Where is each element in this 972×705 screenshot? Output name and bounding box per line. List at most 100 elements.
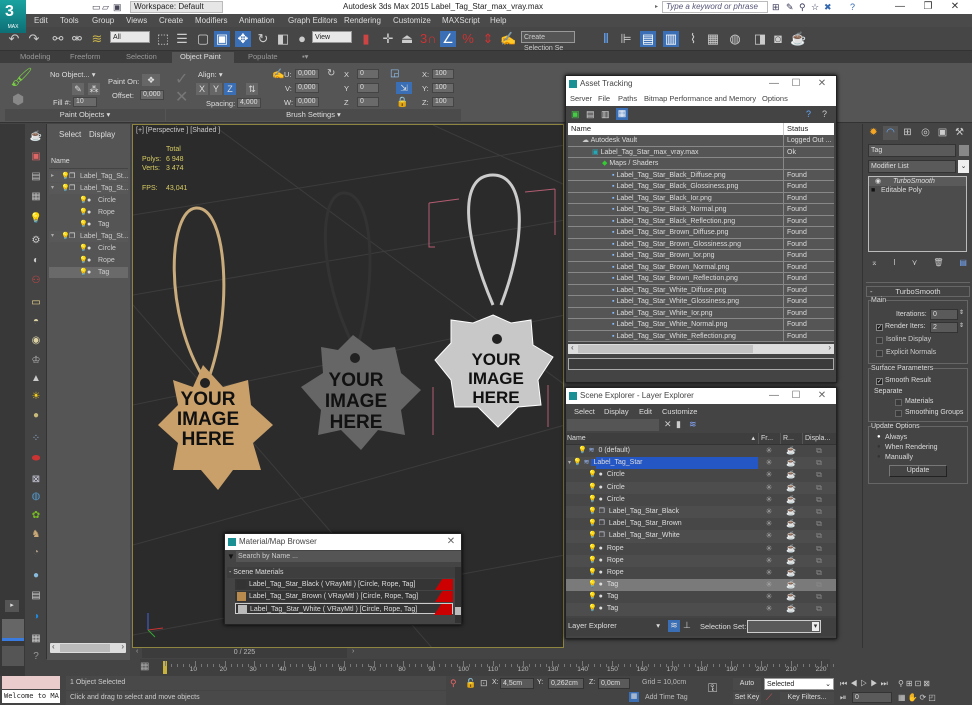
le-clear-icon[interactable]: ✕ — [664, 419, 672, 430]
configure-sets-icon[interactable]: ▤ — [959, 258, 967, 267]
expanded-arrow-icon[interactable]: ▾ — [51, 183, 54, 194]
light-bulb-icon[interactable]: 💡 — [29, 212, 43, 226]
menu-modifiers[interactable]: Modifiers — [195, 16, 227, 25]
le-maximize-button[interactable]: ☐ — [788, 388, 804, 404]
freeze-toggle-icon[interactable]: ✳ — [758, 494, 780, 506]
layer-row[interactable]: 💡 ● Tag ✳ ☕ ⧉ — [566, 579, 836, 592]
layer-row[interactable]: 💡 ● Rope ✳ ☕ ⧉ — [566, 542, 836, 555]
display-box-icon[interactable]: ⧉ — [802, 457, 836, 469]
at-help2-icon[interactable]: ? — [822, 109, 827, 119]
chevron-down-icon[interactable]: ⌄ — [958, 160, 969, 173]
le-menu-customize[interactable]: Customize — [662, 407, 697, 416]
light-bulb-icon[interactable]: 💡 — [588, 471, 597, 478]
menu-maxscript[interactable]: MAXScript — [442, 16, 480, 25]
pivot-center-icon[interactable]: ▮ — [358, 31, 374, 47]
at-menu-options[interactable]: Options — [762, 94, 788, 103]
at-scroll-right-icon[interactable]: › — [828, 343, 831, 352]
disc-icon[interactable]: ● — [29, 409, 43, 423]
asset-row[interactable]: ▪ Label_Tag_Star_Brown_Glossiness.png Fou… — [568, 238, 834, 250]
object-settings-icon[interactable]: ⁂ — [88, 83, 100, 95]
layer-row[interactable]: 💡 ● Circle ✳ ☕ ⧉ — [566, 469, 836, 482]
tab-modeling[interactable]: Modeling — [12, 52, 58, 63]
render-setup-small-icon[interactable]: ▤ — [29, 589, 43, 603]
grid-view-icon[interactable]: ▦ — [616, 108, 628, 120]
menu-edit[interactable]: Edit — [34, 16, 48, 25]
display-box-icon[interactable]: ⧉ — [802, 543, 836, 555]
le-menu-select[interactable]: Select — [574, 407, 595, 416]
horse-icon[interactable]: ♞ — [29, 528, 43, 542]
render-frame-small-icon[interactable]: ▦ — [29, 632, 43, 646]
lock-scale-icon[interactable]: 🔒 — [396, 97, 408, 108]
at-minimize-button[interactable]: — — [766, 76, 782, 92]
layer-row[interactable]: 💡 ● Rope ✳ ☕ ⧉ — [566, 566, 836, 580]
freeze-toggle-icon[interactable]: ✳ — [758, 591, 780, 603]
mirror-icon[interactable]: ⫴ — [598, 31, 614, 47]
sort-by-layer-icon[interactable]: ≋ — [668, 619, 680, 632]
light-bulb-icon[interactable]: 💡 — [588, 569, 597, 576]
isolate-selection-icon[interactable]: ⚲ — [450, 678, 457, 689]
scale-mode-dropdown[interactable]: ⇲ — [396, 82, 412, 94]
display-box-icon[interactable]: ⧉ — [802, 445, 836, 457]
when-rendering-radio[interactable]: ● — [877, 444, 881, 450]
time-slider[interactable]: ‹ 0 / 225 › — [132, 648, 564, 659]
auto-key-button[interactable]: Auto Key — [733, 678, 761, 699]
u-spinner[interactable]: 0,000 — [295, 69, 319, 79]
asset-row[interactable]: ▪ Label_Tag_Star_Black_Ior.png Found — [568, 192, 834, 204]
le-menu-edit[interactable]: Edit — [639, 407, 652, 416]
layer-row[interactable]: 💡 ● Tag ✳ ☕ ⧉ — [566, 591, 836, 604]
layer-row[interactable]: 💡 ❐ Label_Tag_Star_Brown ✳ ☕ ⧉ — [566, 518, 836, 531]
collapsed-arrow-icon[interactable]: ▸ — [51, 171, 54, 182]
stack-item-turbosmooth[interactable]: ◉ TurboSmooth — [869, 177, 966, 186]
plant-icon[interactable]: ✿ — [29, 509, 43, 523]
layer-row[interactable]: 💡 ❐ Label_Tag_Star_White ✳ ☕ ⧉ — [566, 530, 836, 543]
se-tree-row[interactable]: 💡 ● Circle — [49, 195, 128, 206]
renderable-teapot-icon[interactable]: ☕ — [780, 555, 802, 567]
freeze-toggle-icon[interactable]: ✳ — [758, 579, 780, 591]
menu-tools[interactable]: Tools — [60, 16, 79, 25]
percent-snap-icon[interactable]: % — [460, 31, 476, 47]
material-item[interactable]: Label_Tag_Star_Brown ( VRayMtl ) [Circle… — [235, 591, 453, 602]
search-expand-icon[interactable]: ▸ — [655, 3, 658, 10]
freeze-toggle-icon[interactable]: ✳ — [758, 543, 780, 555]
teapot-icon[interactable]: ☕ — [29, 130, 43, 144]
se-menu-display[interactable]: Display — [89, 130, 115, 139]
show-end-result-icon[interactable]: ǀ — [894, 258, 896, 267]
edit-named-sets-icon[interactable]: ✍ — [500, 31, 516, 47]
renderable-teapot-icon[interactable]: ☕ — [780, 469, 802, 481]
light-bulb-icon[interactable]: 💡 — [588, 557, 597, 564]
rect-selection-icon[interactable]: ▢ — [195, 31, 211, 47]
layout-alt-icon[interactable] — [2, 646, 24, 666]
se-menu-select[interactable]: Select — [59, 130, 81, 139]
absolute-mode-icon[interactable]: ⊡ — [480, 678, 488, 689]
renderable-teapot-icon[interactable]: ☕ — [780, 506, 802, 518]
le-filter-icon[interactable]: ▮ — [676, 419, 681, 430]
display-box-icon[interactable]: ⧉ — [802, 555, 836, 567]
place-icon[interactable]: ● — [294, 31, 310, 47]
cone-icon[interactable]: ▲ — [29, 372, 43, 386]
rot-x-spinner[interactable]: 0 — [357, 69, 379, 79]
fill-spinner[interactable]: 10 — [73, 97, 97, 107]
le-col-render[interactable]: R... — [780, 433, 802, 444]
tab-populate[interactable]: Populate — [240, 52, 286, 63]
display-box-icon[interactable]: ⧉ — [802, 518, 836, 530]
se-tree-row[interactable]: ▸ 💡 ❐ Label_Tag_St... — [49, 171, 129, 182]
select-rotate-icon[interactable]: ↻ — [255, 31, 271, 47]
selection-set-dropdown[interactable]: ▾ — [747, 619, 821, 633]
curve-editor-icon[interactable]: ⌇ — [685, 31, 701, 47]
le-search-field[interactable] — [567, 419, 659, 431]
always-radio[interactable]: ● — [877, 434, 881, 440]
le-col-freeze[interactable]: Fr... — [758, 433, 780, 444]
tab-selection[interactable]: Selection — [118, 52, 165, 63]
menu-graph-editors[interactable]: Graph Editors — [288, 16, 337, 25]
capsule-icon[interactable]: ⬬ — [29, 452, 43, 466]
table-view-icon[interactable]: ▥ — [601, 109, 610, 120]
renderable-teapot-icon[interactable]: ☕ — [780, 579, 802, 591]
maxscript-input[interactable]: Welcome to MA — [2, 690, 60, 703]
menu-animation[interactable]: Animation — [239, 16, 275, 25]
asset-row[interactable]: ▪ Label_Tag_Star_Black_Diffuse.png Found — [568, 169, 834, 181]
undo-icon[interactable]: ↶ — [6, 31, 22, 47]
mb-scroll-thumb[interactable] — [455, 607, 461, 615]
modify-tab-icon[interactable]: ◠ — [883, 126, 898, 140]
prev-frame-icon[interactable]: ◀ — [850, 679, 860, 688]
display-box-icon[interactable]: ⧉ — [802, 603, 836, 615]
